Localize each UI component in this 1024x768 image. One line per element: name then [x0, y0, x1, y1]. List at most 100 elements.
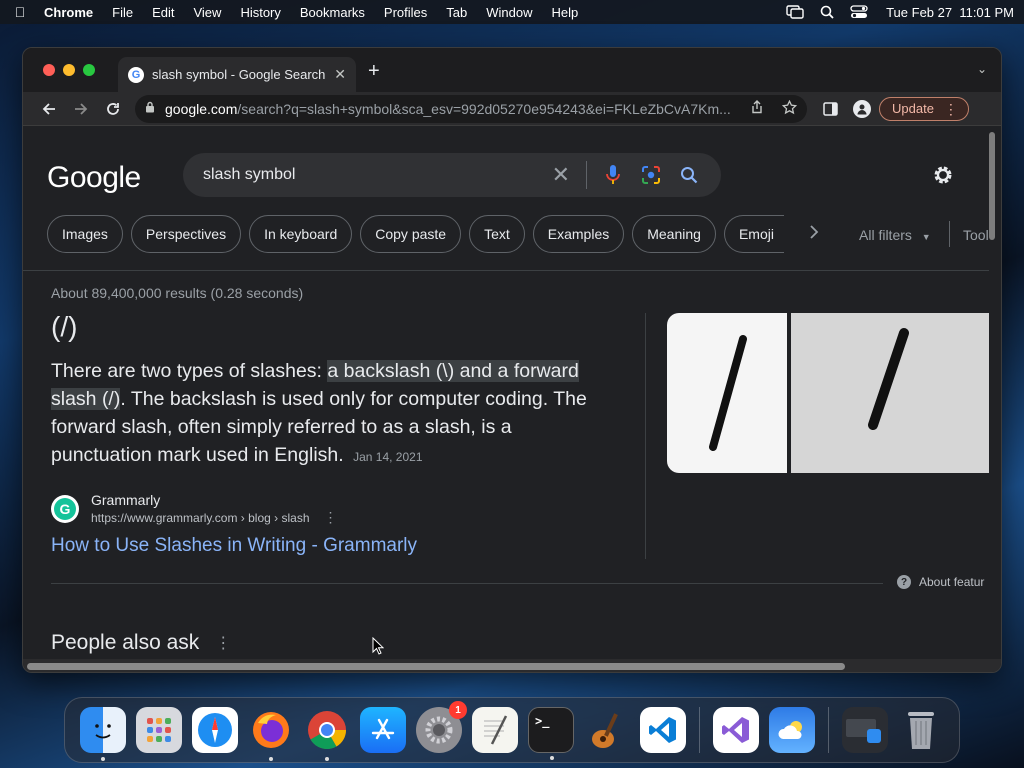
chip-text[interactable]: Text — [469, 215, 525, 253]
result-title-link[interactable]: How to Use Slashes in Writing - Grammarl… — [51, 535, 417, 557]
garageband-icon[interactable] — [584, 707, 630, 753]
firefox-running-dot — [269, 757, 273, 761]
forward-icon[interactable] — [65, 95, 97, 123]
window-controls — [43, 64, 95, 76]
people-also-ask-label: People also ask — [51, 631, 200, 654]
back-icon[interactable] — [33, 95, 65, 123]
tab-close-icon[interactable]: ✕ — [334, 66, 346, 83]
vscode-icon[interactable] — [640, 707, 686, 753]
people-also-ask-more-icon[interactable]: ⋮ — [215, 633, 231, 653]
menu-window[interactable]: Window — [486, 5, 532, 20]
chip-meaning[interactable]: Meaning — [632, 215, 716, 253]
about-featured-snippets[interactable]: ? About featur — [897, 575, 984, 589]
featured-images[interactable] — [667, 313, 989, 473]
screen-mirroring-icon[interactable] — [786, 5, 804, 19]
results-stats: About 89,400,000 results (0.28 seconds) — [51, 285, 304, 301]
chip-images[interactable]: Images — [47, 215, 123, 253]
snippet-date: Jan 14, 2021 — [353, 450, 423, 464]
horizontal-scrollbar[interactable] — [23, 659, 1001, 672]
result-divider — [51, 583, 883, 584]
source-url: https://www.grammarly.com › blog › slash — [91, 511, 310, 525]
weather-icon[interactable] — [769, 707, 815, 753]
profile-avatar-icon[interactable] — [851, 98, 873, 120]
vertical-scrollbar[interactable] — [989, 130, 997, 660]
menu-history[interactable]: History — [240, 5, 280, 20]
google-apps-icon[interactable]: ⋮ — [981, 161, 989, 179]
side-panel-icon[interactable] — [819, 98, 841, 120]
menu-file[interactable]: File — [112, 5, 133, 20]
new-tab-icon[interactable]: + — [368, 60, 380, 83]
slash-image-2[interactable] — [791, 313, 989, 473]
tab-search-chevron-icon[interactable]: ⌄ — [977, 62, 987, 76]
all-filters-button[interactable]: All filters ▼ — [859, 227, 931, 243]
menu-app-name[interactable]: Chrome — [44, 5, 93, 20]
close-window-button[interactable] — [43, 64, 55, 76]
chip-emoji[interactable]: Emoji — [723, 215, 784, 253]
app-store-icon[interactable] — [360, 707, 406, 753]
clear-search-icon[interactable]: ✕ — [552, 162, 570, 188]
apple-menu-icon[interactable]:  — [10, 4, 30, 20]
google-favicon-icon: G — [128, 66, 144, 83]
search-box-divider — [586, 161, 587, 189]
terminal-icon[interactable]: >_ — [528, 707, 574, 760]
launchpad-icon[interactable] — [136, 707, 182, 753]
site-info-icon[interactable] — [145, 101, 155, 116]
tab-active[interactable]: G slash symbol - Google Search ✕ — [118, 57, 356, 92]
chip-examples[interactable]: Examples — [532, 215, 625, 253]
chip-copy-paste[interactable]: Copy paste — [360, 215, 462, 253]
menu-bookmarks[interactable]: Bookmarks — [300, 5, 365, 20]
grammarly-logo-icon: G — [51, 494, 79, 523]
chrome-menu-icon[interactable]: ⋮ — [944, 102, 958, 116]
dropdown-caret-icon: ▼ — [921, 232, 931, 242]
horizontal-scroll-thumb[interactable] — [27, 663, 845, 670]
menu-edit[interactable]: Edit — [152, 5, 174, 20]
slash-image-1[interactable] — [667, 313, 787, 473]
textedit-icon[interactable] — [472, 707, 518, 753]
result-more-options-icon[interactable]: ⋮ — [324, 509, 338, 526]
visual-studio-icon[interactable] — [713, 707, 759, 753]
settings-gear-icon[interactable] — [931, 163, 955, 192]
menu-view[interactable]: View — [193, 5, 221, 20]
tools-button[interactable]: Tool — [963, 227, 989, 243]
firefox-icon[interactable] — [248, 707, 294, 761]
chrome-icon[interactable] — [304, 707, 350, 761]
vertical-scroll-thumb[interactable] — [989, 132, 995, 240]
source-name: Grammarly — [91, 492, 161, 508]
screenshot-icon[interactable] — [842, 707, 888, 753]
chips-scroll-right-icon[interactable] — [809, 225, 819, 244]
finder-icon[interactable] — [80, 707, 126, 761]
address-bar[interactable]: google.com /search?q=slash+symbol&sca_es… — [135, 94, 807, 123]
filters-divider — [949, 221, 950, 247]
chip-perspectives[interactable]: Perspectives — [130, 215, 242, 253]
menu-bar:  Chrome File Edit View History Bookmark… — [0, 0, 1024, 24]
google-logo[interactable]: Google — [47, 161, 141, 195]
mouse-cursor-icon — [372, 636, 385, 660]
menubar-clock[interactable]: Tue Feb 27 11:01 PM — [886, 5, 1014, 20]
control-center-icon[interactable] — [850, 5, 868, 19]
browser-window: G slash symbol - Google Search ✕ + ⌄ goo… — [22, 47, 1002, 673]
safari-icon[interactable] — [192, 707, 238, 753]
result-source[interactable]: G Grammarly https://www.grammarly.com › … — [51, 491, 338, 526]
share-icon[interactable] — [750, 99, 764, 118]
chrome-running-dot — [325, 757, 329, 761]
menu-tab[interactable]: Tab — [446, 5, 467, 20]
url-path: /search?q=slash+symbol&sca_esv=992d05270… — [237, 100, 731, 117]
minimize-window-button[interactable] — [63, 64, 75, 76]
menu-profiles[interactable]: Profiles — [384, 5, 427, 20]
voice-search-icon[interactable] — [601, 163, 625, 187]
reload-icon[interactable] — [97, 95, 129, 123]
search-by-image-icon[interactable] — [639, 163, 663, 187]
zoom-window-button[interactable] — [83, 64, 95, 76]
search-box[interactable]: slash symbol ✕ — [183, 153, 721, 197]
search-input[interactable]: slash symbol — [203, 166, 552, 184]
dock-separator — [699, 707, 700, 753]
search-submit-icon[interactable] — [677, 163, 701, 187]
update-button[interactable]: Update ⋮ — [879, 96, 969, 121]
chip-in-keyboard[interactable]: In keyboard — [249, 215, 353, 253]
system-settings-icon[interactable]: 1 — [416, 701, 467, 753]
bookmark-star-icon[interactable] — [781, 99, 798, 118]
snippet-text-pre: There are two types of slashes: — [51, 360, 328, 382]
menu-help[interactable]: Help — [552, 5, 579, 20]
spotlight-search-icon[interactable] — [818, 5, 836, 19]
trash-icon[interactable] — [898, 707, 944, 753]
